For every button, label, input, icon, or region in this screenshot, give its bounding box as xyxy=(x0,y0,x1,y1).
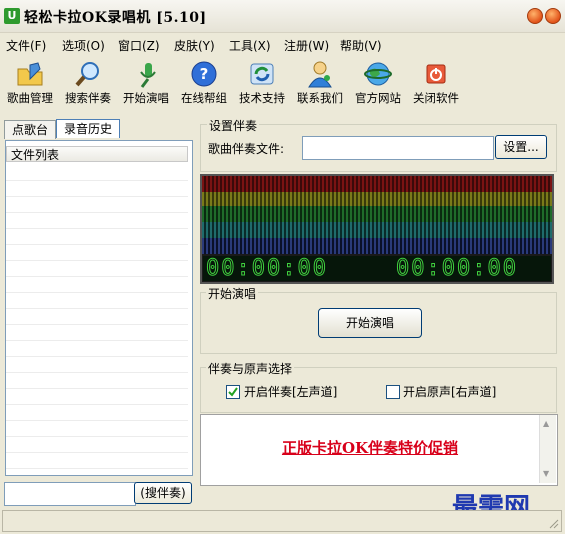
file-list-header[interactable]: 文件列表 xyxy=(6,146,188,162)
help-icon: ? xyxy=(190,60,218,88)
list-row-line xyxy=(6,404,188,405)
resize-grip-icon[interactable] xyxy=(547,517,559,529)
accompaniment-option-label: 开启伴奏[左声道] xyxy=(244,385,338,399)
start-singing-button[interactable]: 开始演唱 xyxy=(318,308,422,338)
menu-help[interactable]: 帮助(V) xyxy=(340,37,382,54)
list-row-line xyxy=(6,308,188,309)
app-icon: U xyxy=(4,8,20,24)
folder-edit-icon xyxy=(16,60,44,88)
menu-window[interactable]: 窗口(Z) xyxy=(118,37,160,54)
list-row-line xyxy=(6,180,188,181)
menu-tools[interactable]: 工具(X) xyxy=(229,37,271,54)
scroll-down-icon: ▼ xyxy=(543,469,550,478)
promotion-link[interactable]: 正版卡拉OK伴奏特价促销 xyxy=(200,437,540,458)
accompaniment-file-label: 歌曲伴奏文件: xyxy=(208,142,285,156)
tab-song-station[interactable]: 点歌台 xyxy=(4,120,56,139)
setup-button[interactable]: 设置... xyxy=(495,135,547,159)
mix-group-label: 伴奏与原声选择 xyxy=(206,360,295,377)
globe-icon xyxy=(364,60,392,88)
magnifier-icon xyxy=(74,60,102,88)
tech-support-button[interactable]: 技术支持 xyxy=(233,60,291,106)
online-help-button[interactable]: ? 在线帮组 xyxy=(175,60,233,106)
accompaniment-file-input[interactable] xyxy=(302,136,494,160)
song-manage-button[interactable]: 歌曲管理 xyxy=(1,60,59,106)
tab-recording-history[interactable]: 录音历史 xyxy=(56,119,120,138)
list-row-line xyxy=(6,324,188,325)
official-site-button[interactable]: 官方网站 xyxy=(349,60,407,106)
contact-person-icon xyxy=(306,60,334,88)
list-row-line xyxy=(6,276,188,277)
search-input[interactable] xyxy=(4,482,136,506)
promotion-scrollbar[interactable]: ▲ ▼ xyxy=(539,415,556,483)
total-timer: 00:00:00 xyxy=(396,256,518,282)
start-singing-toolbar-button[interactable]: 开始演唱 xyxy=(117,60,175,106)
list-row-line xyxy=(6,388,188,389)
sing-group-label: 开始演唱 xyxy=(206,285,259,302)
search-accompaniment-button[interactable]: 搜索伴奏 xyxy=(59,60,117,106)
accompaniment-checkbox[interactable] xyxy=(226,385,240,399)
toolbar: 歌曲管理 搜索伴奏 开始演唱 ? 在线帮组 技术支持 联系我们 官方网站 关闭软… xyxy=(0,56,565,114)
menu-options[interactable]: 选项(O) xyxy=(62,37,105,54)
check-icon xyxy=(228,387,238,397)
list-row-line xyxy=(6,260,188,261)
setup-group-label: 设置伴奏 xyxy=(207,117,260,134)
scroll-up-icon: ▲ xyxy=(543,419,550,428)
search-button-label: 搜伴奏 xyxy=(144,486,181,500)
elapsed-timer: 00:00:00 xyxy=(206,256,328,282)
svg-text:?: ? xyxy=(200,65,209,83)
status-bar xyxy=(2,510,562,532)
menu-register[interactable]: 注册(W) xyxy=(284,37,329,54)
menu-file[interactable]: 文件(F) xyxy=(6,37,46,54)
window-title: 轻松卡拉OK录唱机 [5.10] xyxy=(24,10,207,26)
original-voice-checkbox[interactable] xyxy=(386,385,400,399)
list-row-line xyxy=(6,196,188,197)
close-software-button[interactable]: 关闭软件 xyxy=(407,60,465,106)
original-voice-option-label: 开启原声[右声道] xyxy=(403,385,497,399)
minimize-button[interactable] xyxy=(527,8,543,24)
power-icon xyxy=(422,60,450,88)
list-row-line xyxy=(6,452,188,453)
list-row-line xyxy=(6,340,188,341)
close-button[interactable] xyxy=(545,8,561,24)
search-accompaniment-small-button[interactable]: (搜伴奏) xyxy=(134,482,192,504)
contact-us-button[interactable]: 联系我们 xyxy=(291,60,349,106)
list-row-line xyxy=(6,372,188,373)
menu-skin[interactable]: 皮肤(Y) xyxy=(174,37,215,54)
list-row-line xyxy=(6,436,188,437)
menu-bar: 文件(F) 选项(O) 窗口(Z) 皮肤(Y) 工具(X) 注册(W) 帮助(V… xyxy=(0,33,565,55)
list-row-line xyxy=(6,420,188,421)
support-refresh-icon xyxy=(248,60,276,88)
list-row-line xyxy=(6,468,188,469)
list-row-line xyxy=(6,292,188,293)
list-row-line xyxy=(6,228,188,229)
list-row-line xyxy=(6,244,188,245)
list-row-line xyxy=(6,212,188,213)
list-row-line xyxy=(6,356,188,357)
microphone-icon xyxy=(132,60,160,88)
